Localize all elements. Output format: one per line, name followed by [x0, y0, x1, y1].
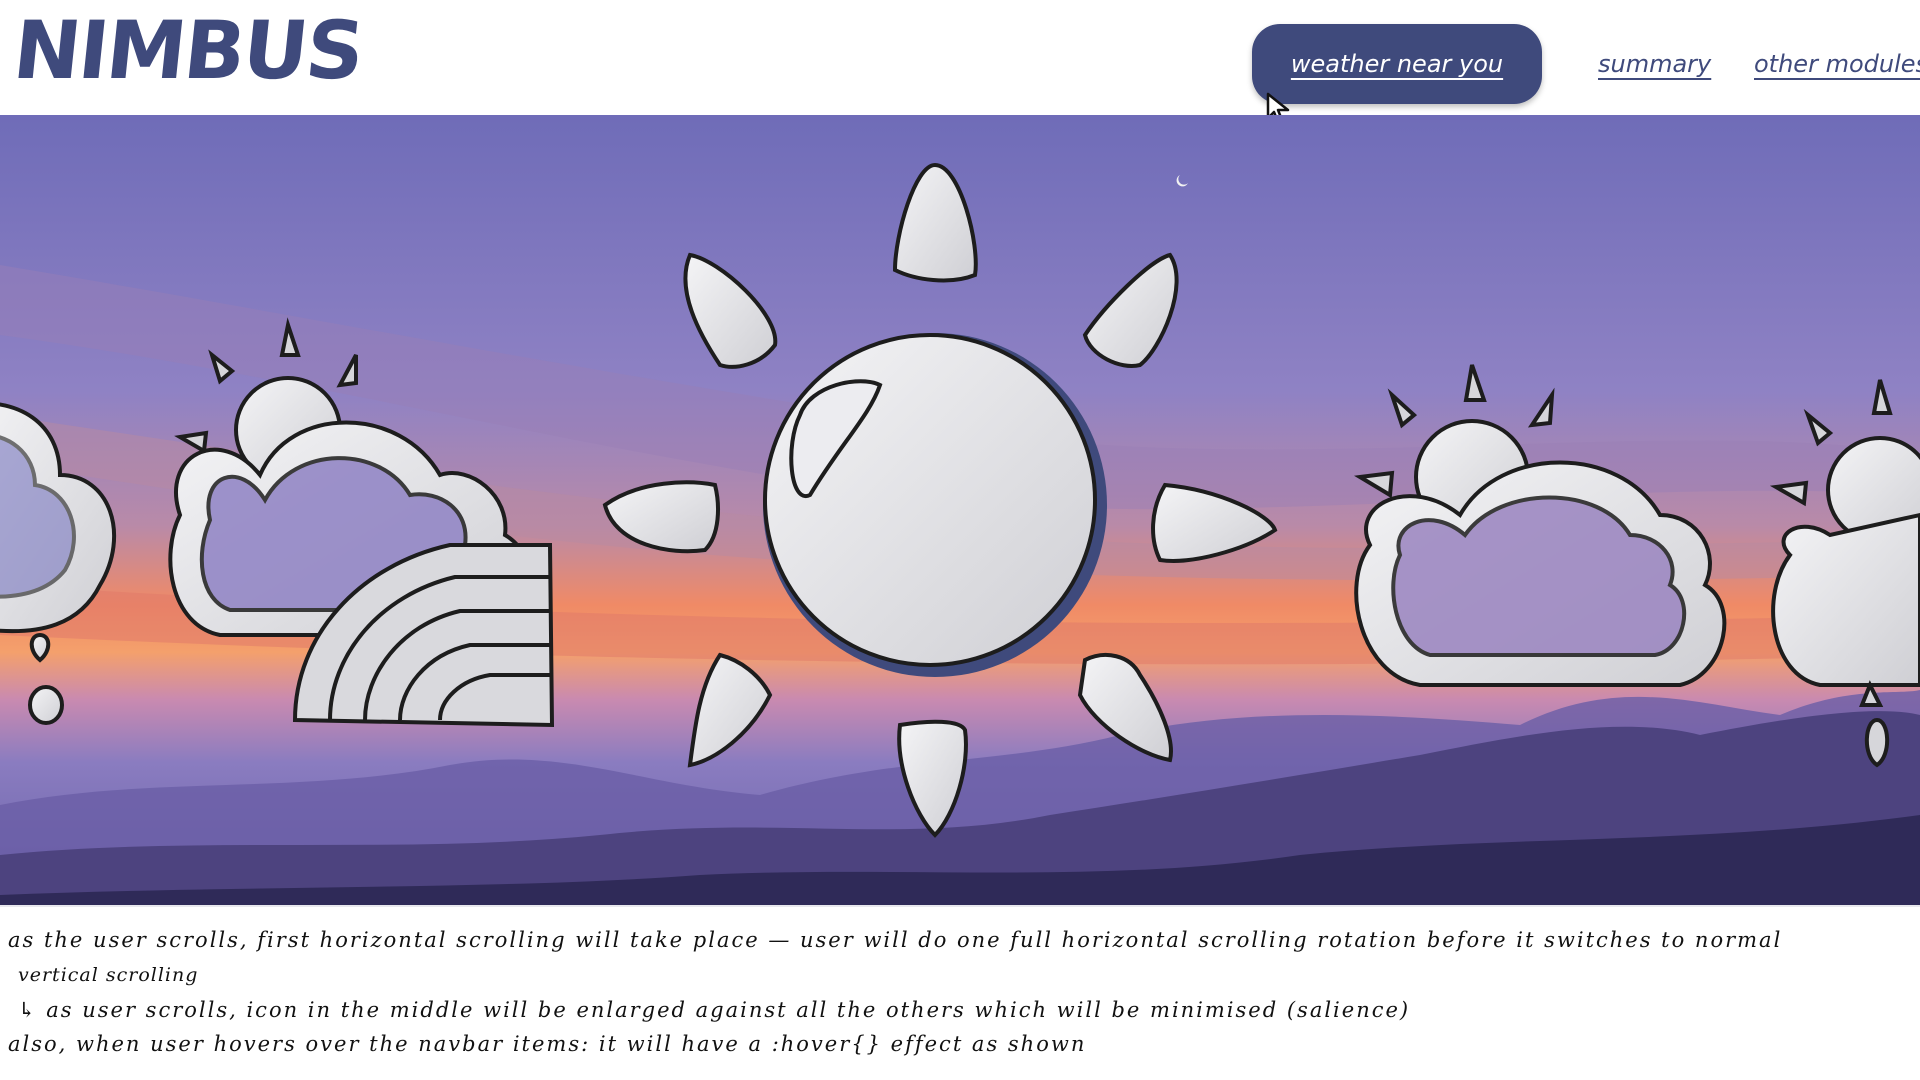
header: NIMBUS weather near you summary other mo… [0, 0, 1920, 124]
nav-item-other-modules[interactable]: other modules [1754, 24, 1920, 104]
app-logo[interactable]: NIMBUS [9, 4, 367, 97]
note-line: also, when user hovers over the navbar i… [8, 1032, 1087, 1056]
sunset-background [0, 115, 1920, 905]
note-line: vertical scrolling [18, 964, 199, 986]
navbar: weather near you summary other modules [1220, 24, 1920, 104]
note-line: ↳ as user scrolls, icon in the middle wi… [18, 998, 1411, 1022]
annotation-notes: as the user scrolls, first horizontal sc… [0, 918, 1920, 1068]
note-line: as the user scrolls, first horizontal sc… [8, 928, 1783, 952]
nav-item-summary[interactable]: summary [1598, 24, 1711, 104]
hero-carousel[interactable] [0, 115, 1920, 907]
